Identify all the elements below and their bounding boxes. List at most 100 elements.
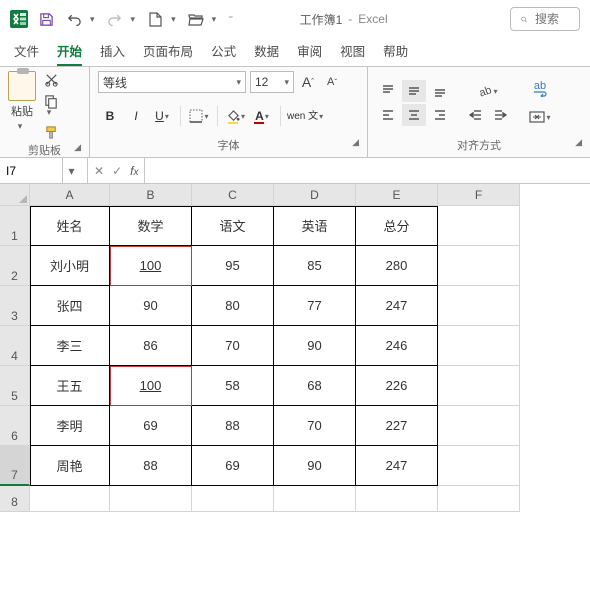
cell-E8[interactable] — [356, 486, 438, 512]
new-file-dropdown-icon[interactable]: ▾ — [171, 14, 176, 25]
col-header-f[interactable]: F — [438, 184, 520, 206]
cell-C5[interactable]: 58 — [192, 366, 274, 406]
cell-F7[interactable] — [438, 446, 520, 486]
row-header-5[interactable]: 5 — [0, 366, 30, 406]
cell-C7[interactable]: 69 — [192, 446, 274, 486]
increase-font-size-button[interactable]: Aˆ — [298, 71, 318, 93]
cell-F5[interactable] — [438, 366, 520, 406]
name-box[interactable]: ▾ — [0, 158, 88, 183]
cell-B6[interactable]: 69 — [110, 406, 192, 446]
search-box[interactable] — [510, 7, 580, 31]
tab-page-layout[interactable]: 页面布局 — [143, 41, 193, 66]
underline-button[interactable]: U▾ — [150, 105, 174, 127]
cell-A7[interactable]: 周艳 — [30, 446, 110, 486]
cell-E3[interactable]: 247 — [356, 286, 438, 326]
redo-icon[interactable] — [107, 11, 123, 27]
row-header-6[interactable]: 6 — [0, 406, 30, 446]
col-header-c[interactable]: C — [192, 184, 274, 206]
name-box-input[interactable] — [0, 163, 62, 179]
align-right-button[interactable] — [428, 104, 452, 126]
cell-F2[interactable] — [438, 246, 520, 286]
decrease-indent-button[interactable] — [464, 104, 488, 126]
col-header-e[interactable]: E — [356, 184, 438, 206]
cell-F6[interactable] — [438, 406, 520, 446]
insert-function-icon[interactable]: fx — [130, 164, 138, 178]
cell-grid[interactable]: 姓名数学语文英语总分刘小明1009585280张四908077247李三8670… — [30, 206, 520, 512]
cell-E6[interactable]: 227 — [356, 406, 438, 446]
formula-input[interactable] — [145, 158, 590, 183]
cell-C6[interactable]: 88 — [192, 406, 274, 446]
cell-D1[interactable]: 英语 — [274, 206, 356, 246]
col-header-b[interactable]: B — [110, 184, 192, 206]
row-header-3[interactable]: 3 — [0, 286, 30, 326]
cell-E1[interactable]: 总分 — [356, 206, 438, 246]
font-color-button[interactable]: A▾ — [250, 105, 274, 127]
cell-C8[interactable] — [192, 486, 274, 512]
col-header-d[interactable]: D — [274, 184, 356, 206]
new-file-icon[interactable] — [147, 11, 163, 27]
cell-D3[interactable]: 77 — [274, 286, 356, 326]
cell-B3[interactable]: 90 — [110, 286, 192, 326]
cell-D5[interactable]: 68 — [274, 366, 356, 406]
open-folder-dropdown-icon[interactable]: ▾ — [212, 14, 217, 25]
decrease-font-size-button[interactable]: Aˇ — [322, 71, 342, 93]
cell-B8[interactable] — [110, 486, 192, 512]
align-left-button[interactable] — [376, 104, 400, 126]
fill-color-button[interactable]: ▾ — [224, 105, 248, 127]
tab-insert[interactable]: 插入 — [100, 41, 125, 66]
undo-icon[interactable] — [66, 11, 82, 27]
font-size-combo[interactable]: 12▾ — [250, 71, 294, 93]
cell-A5[interactable]: 王五 — [30, 366, 110, 406]
copy-dropdown-icon[interactable]: ▾ — [47, 107, 52, 118]
search-input[interactable] — [533, 11, 569, 27]
enter-formula-icon[interactable]: ✓ — [112, 164, 122, 178]
cell-B7[interactable]: 88 — [110, 446, 192, 486]
cell-C3[interactable]: 80 — [192, 286, 274, 326]
cell-E4[interactable]: 246 — [356, 326, 438, 366]
row-header-2[interactable]: 2 — [0, 246, 30, 286]
cell-D4[interactable]: 90 — [274, 326, 356, 366]
tab-view[interactable]: 视图 — [340, 41, 365, 66]
bold-button[interactable]: B — [98, 105, 122, 127]
increase-indent-button[interactable] — [488, 104, 512, 126]
cut-icon[interactable] — [42, 71, 60, 87]
col-header-a[interactable]: A — [30, 184, 110, 206]
cell-F4[interactable] — [438, 326, 520, 366]
tab-data[interactable]: 数据 — [254, 41, 279, 66]
paste-button[interactable]: 粘贴 ▾ — [8, 71, 36, 132]
row-header-1[interactable]: 1 — [0, 206, 30, 246]
cell-E5[interactable]: 226 — [356, 366, 438, 406]
tab-help[interactable]: 帮助 — [383, 41, 408, 66]
name-box-dropdown-icon[interactable]: ▾ — [62, 158, 80, 183]
merge-center-button[interactable]: ▾ — [528, 106, 552, 128]
cell-B5[interactable]: 100 — [110, 366, 192, 406]
cell-F8[interactable] — [438, 486, 520, 512]
cell-C4[interactable]: 70 — [192, 326, 274, 366]
cell-A4[interactable]: 李三 — [30, 326, 110, 366]
formula-input-wrapper[interactable] — [145, 158, 590, 183]
cell-F1[interactable] — [438, 206, 520, 246]
cell-D8[interactable] — [274, 486, 356, 512]
tab-file[interactable]: 文件 — [14, 41, 39, 66]
cell-A2[interactable]: 刘小明 — [30, 246, 110, 286]
format-painter-icon[interactable] — [42, 124, 60, 140]
cell-B4[interactable]: 86 — [110, 326, 192, 366]
orientation-button[interactable]: ab▾ — [464, 80, 512, 102]
paste-dropdown-icon[interactable]: ▾ — [18, 121, 23, 132]
row-header-7[interactable]: 7 — [0, 446, 30, 486]
tab-review[interactable]: 审阅 — [297, 41, 322, 66]
clipboard-launcher-icon[interactable]: ◢ — [74, 142, 81, 153]
save-icon[interactable] — [38, 11, 54, 27]
alignment-launcher-icon[interactable]: ◢ — [575, 137, 582, 148]
cell-E7[interactable]: 247 — [356, 446, 438, 486]
borders-button[interactable]: ▾ — [187, 105, 211, 127]
cell-A3[interactable]: 张四 — [30, 286, 110, 326]
font-name-combo[interactable]: 等线▾ — [98, 71, 246, 93]
align-top-button[interactable] — [376, 80, 400, 102]
open-folder-icon[interactable] — [188, 11, 204, 27]
cell-C2[interactable]: 95 — [192, 246, 274, 286]
cell-A8[interactable] — [30, 486, 110, 512]
cell-E2[interactable]: 280 — [356, 246, 438, 286]
align-bottom-button[interactable] — [428, 80, 452, 102]
cell-D7[interactable]: 90 — [274, 446, 356, 486]
